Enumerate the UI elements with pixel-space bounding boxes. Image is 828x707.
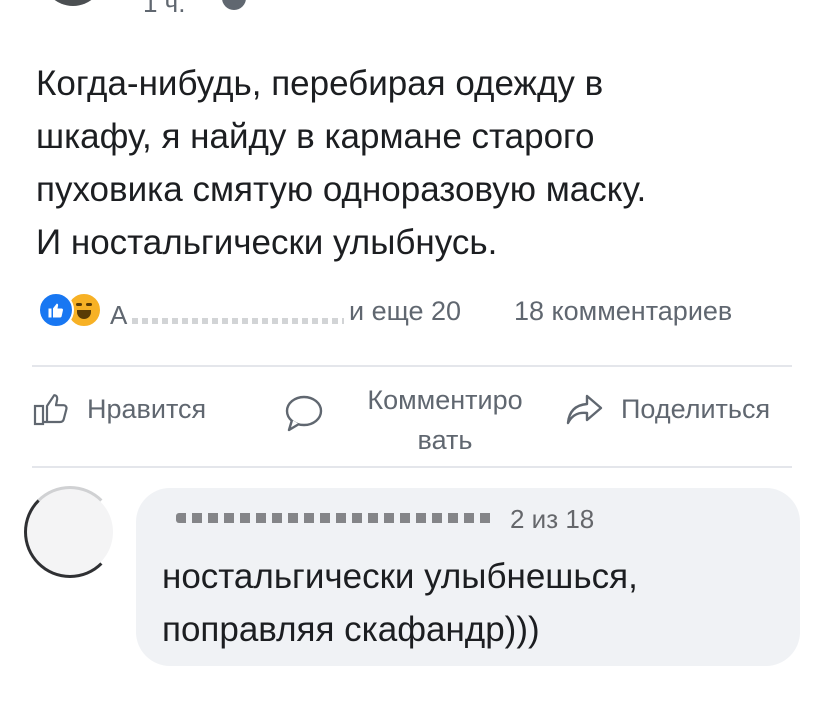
share-button[interactable]: Поделиться: [565, 392, 770, 426]
post-card: 1 ч. Когда-нибудь, перебирая одежду в шк…: [0, 0, 828, 680]
like-button[interactable]: Нравится: [33, 392, 206, 426]
post-text-line: И ностальгически улыбнусь.: [36, 223, 498, 262]
post-text-line: шкафу, я найду в кармане старого: [36, 117, 595, 156]
comment-label-line: вать: [417, 425, 473, 455]
reactions-more[interactable]: и еще 20: [349, 296, 461, 327]
like-icon: [38, 292, 74, 328]
comment-icon[interactable]: [283, 394, 325, 439]
comment-text-line: ностальгически улыбнешься,: [162, 557, 638, 596]
comments-count[interactable]: 18 комментариев: [514, 296, 732, 327]
comment-bubble: 2 из 18 ностальгически улыбнешься, попра…: [136, 488, 800, 666]
censored-name: [132, 318, 344, 324]
thumbs-up-icon: [33, 394, 68, 426]
like-label: Нравится: [87, 393, 207, 424]
reaction-icons[interactable]: [38, 292, 102, 328]
divider: [32, 365, 792, 367]
share-label: Поделиться: [621, 393, 771, 424]
comment-label-line: Комментиро: [367, 385, 523, 415]
share-icon: [566, 394, 603, 425]
post-text: Когда-нибудь, перебирая одежду в шкафу, …: [36, 57, 806, 269]
divider: [32, 466, 792, 468]
comment-text-line: поправляя скафандр))): [162, 610, 540, 649]
commenter-avatar[interactable]: [24, 486, 116, 578]
comment-text: ностальгически улыбнешься, поправляя ска…: [162, 550, 638, 656]
comment-position: 2 из 18: [510, 504, 595, 534]
comment-button[interactable]: Комментиро вать: [342, 380, 548, 460]
post-time[interactable]: 1 ч.: [143, 0, 185, 19]
censored-author-name[interactable]: [176, 513, 496, 523]
reactor-name[interactable]: А: [110, 300, 127, 331]
post-text-line: Когда-нибудь, перебирая одежду в: [36, 64, 604, 103]
author-avatar[interactable]: [42, 0, 104, 6]
globe-icon: [222, 0, 246, 10]
post-text-line: пуховика смятую одноразовую маску.: [36, 170, 647, 209]
